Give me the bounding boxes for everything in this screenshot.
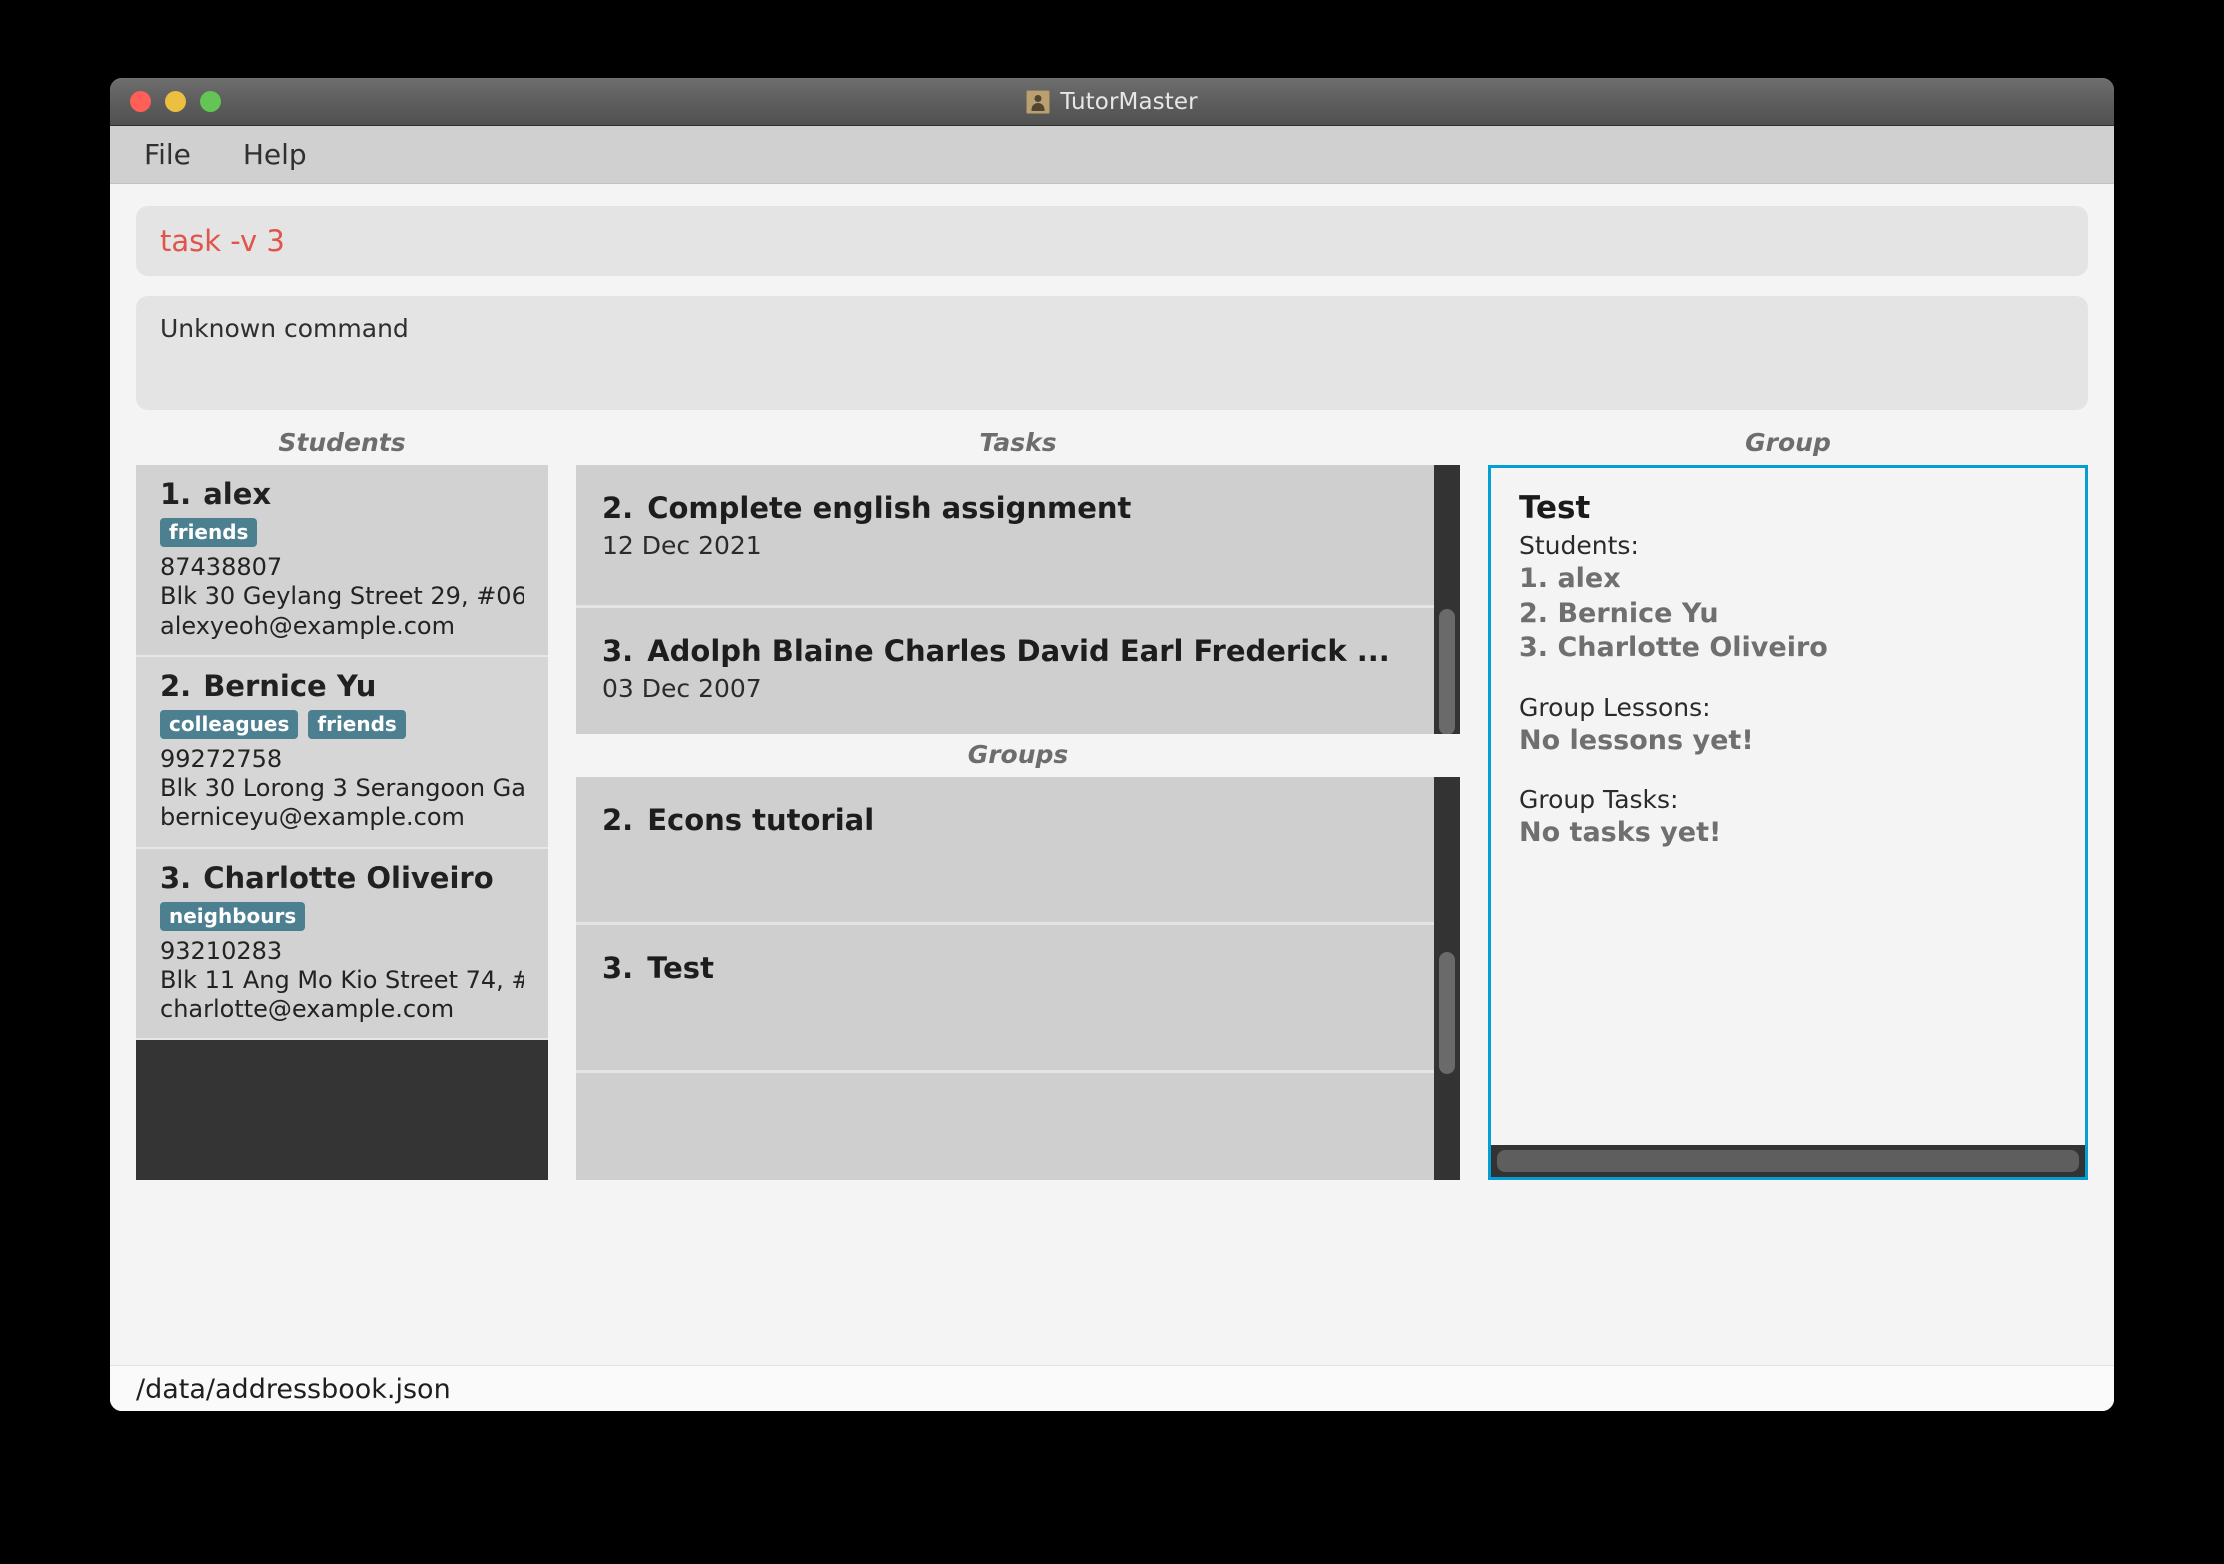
students-list[interactable]: 1. alex friends 87438807 Blk 30 Geylang S… <box>136 465 548 1180</box>
groups-scrollbar-thumb[interactable] <box>1439 952 1455 1074</box>
group-lessons-label: Group Lessons: <box>1519 692 2057 724</box>
student-index: 2. <box>160 669 191 703</box>
task-index: 3. <box>602 634 633 668</box>
panel-columns: Students 1. alex friends 87438807 Blk 30 … <box>136 428 2088 1180</box>
student-name-row: 3. Charlotte Oliveiro <box>160 861 524 895</box>
students-panel: Students 1. alex friends 87438807 Blk 30 … <box>136 428 548 1180</box>
group-detail-hscrollbar-thumb[interactable] <box>1497 1150 2079 1172</box>
command-input-text: task -v 3 <box>160 224 285 258</box>
group-title: Econs tutorial <box>647 803 874 837</box>
student-email: alexyeoh@example.com <box>160 612 524 641</box>
group-student-entry: 2. Bernice Yu <box>1519 597 2057 632</box>
student-name-row: 2. Bernice Yu <box>160 669 524 703</box>
close-button[interactable] <box>130 91 151 112</box>
group-detail-panel: Group Test Students: 1. alex 2. Bernice … <box>1488 428 2088 1180</box>
student-phone: 99272758 <box>160 745 524 774</box>
title-bar: TutorMaster <box>110 78 2114 126</box>
list-item[interactable]: 3. Charlotte Oliveiro neighbours 93210283… <box>136 849 548 1041</box>
student-address: Blk 11 Ang Mo Kio Street 74, #11... <box>160 966 524 995</box>
group-name: Test <box>1519 490 2057 526</box>
tasks-panel-title: Tasks <box>576 428 1460 465</box>
table-row[interactable]: 3. Adolph Blaine Charles David Earl Frede… <box>576 608 1434 734</box>
group-title: Test <box>647 951 714 985</box>
status-bar-path: /data/addressbook.json <box>136 1374 451 1405</box>
task-title-row: 3. Adolph Blaine Charles David Earl Frede… <box>602 634 1408 668</box>
maximize-button[interactable] <box>200 91 221 112</box>
table-row[interactable]: 2. Econs tutorial <box>576 777 1434 925</box>
student-address: Blk 30 Geylang Street 29, #06-40 <box>160 582 524 611</box>
tasks-list[interactable]: 2. Complete english assignment 12 Dec 202… <box>576 465 1460 734</box>
address-book-person-icon <box>1026 90 1050 114</box>
group-index: 3. <box>602 951 633 985</box>
spacer <box>1519 758 2057 784</box>
groups-list[interactable]: 2. Econs tutorial 3. Test <box>576 777 1460 1180</box>
groups-list-items: 2. Econs tutorial 3. Test <box>576 777 1434 1180</box>
student-index: 1. <box>160 477 191 511</box>
spacer <box>1519 666 2057 692</box>
student-name-row: 1. alex <box>160 477 524 511</box>
middle-column: Tasks 2. Complete english assignment 12 D… <box>576 428 1460 1180</box>
title-bar-center: TutorMaster <box>110 78 2114 125</box>
task-title: Adolph Blaine Charles David Earl Frederi… <box>647 634 1390 668</box>
menu-bar: File Help <box>110 126 2114 184</box>
student-email: charlotte@example.com <box>160 995 524 1024</box>
command-input[interactable]: task -v 3 <box>136 206 2088 276</box>
group-detail-hscrollbar[interactable] <box>1491 1145 2085 1177</box>
list-item[interactable]: 2. Bernice Yu colleagues friends 99272758… <box>136 657 548 849</box>
task-title-row: 2. Complete english assignment <box>602 491 1408 525</box>
group-tasks-value: No tasks yet! <box>1519 816 2057 851</box>
group-title-row: 2. Econs tutorial <box>602 803 1408 837</box>
group-lessons-value: No lessons yet! <box>1519 724 2057 759</box>
group-detail-content: Test Students: 1. alex 2. Bernice Yu 3. … <box>1491 468 2085 1145</box>
student-name: alex <box>203 477 271 511</box>
table-row[interactable]: 2. Complete english assignment 12 Dec 202… <box>576 465 1434 608</box>
tag-badge: colleagues <box>160 710 298 739</box>
student-name: Charlotte Oliveiro <box>203 861 493 895</box>
student-phone: 87438807 <box>160 553 524 582</box>
group-student-entry: 3. Charlotte Oliveiro <box>1519 631 2057 666</box>
main-content: task -v 3 Unknown command Students 1. ale… <box>110 184 2114 1411</box>
status-bar: /data/addressbook.json <box>110 1365 2114 1411</box>
students-panel-title: Students <box>136 428 548 465</box>
groups-scrollbar[interactable] <box>1434 777 1460 1180</box>
result-display-text: Unknown command <box>160 314 409 343</box>
window-title: TutorMaster <box>1060 89 1197 115</box>
task-date: 03 Dec 2007 <box>602 674 1408 703</box>
task-date: 12 Dec 2021 <box>602 531 1408 560</box>
student-index: 3. <box>160 861 191 895</box>
student-tags: neighbours <box>160 902 524 931</box>
window-controls <box>130 91 221 112</box>
tasks-panel: Tasks 2. Complete english assignment 12 D… <box>576 428 1460 734</box>
minimize-button[interactable] <box>165 91 186 112</box>
student-address: Blk 30 Lorong 3 Serangoon Gard... <box>160 774 524 803</box>
student-phone: 93210283 <box>160 937 524 966</box>
student-email: berniceyu@example.com <box>160 803 524 832</box>
menu-item-file[interactable]: File <box>138 136 197 173</box>
group-student-entry: 1. alex <box>1519 562 2057 597</box>
group-title-row: 3. Test <box>602 951 1408 985</box>
tag-badge: friends <box>308 710 405 739</box>
student-tags: colleagues friends <box>160 710 524 739</box>
student-name: Bernice Yu <box>203 669 376 703</box>
menu-item-help[interactable]: Help <box>237 136 313 173</box>
task-index: 2. <box>602 491 633 525</box>
result-display: Unknown command <box>136 296 2088 410</box>
group-students-label: Students: <box>1519 530 2057 562</box>
task-title: Complete english assignment <box>647 491 1131 525</box>
groups-panel-title: Groups <box>576 740 1460 777</box>
tasks-scrollbar[interactable] <box>1434 465 1460 734</box>
group-tasks-label: Group Tasks: <box>1519 784 2057 816</box>
tasks-scrollbar-thumb[interactable] <box>1439 609 1455 734</box>
tasks-list-items: 2. Complete english assignment 12 Dec 202… <box>576 465 1434 734</box>
group-panel-title: Group <box>1488 428 2088 465</box>
group-detail-card[interactable]: Test Students: 1. alex 2. Bernice Yu 3. … <box>1488 465 2088 1180</box>
tag-badge: neighbours <box>160 902 305 931</box>
list-item[interactable]: 1. alex friends 87438807 Blk 30 Geylang S… <box>136 465 548 657</box>
student-tags: friends <box>160 518 524 547</box>
group-index: 2. <box>602 803 633 837</box>
application-window: TutorMaster File Help task -v 3 Unknown … <box>110 78 2114 1411</box>
table-row[interactable]: 3. Test <box>576 925 1434 1073</box>
tag-badge: friends <box>160 518 257 547</box>
groups-panel: Groups 2. Econs tutorial 3. Test <box>576 740 1460 1180</box>
